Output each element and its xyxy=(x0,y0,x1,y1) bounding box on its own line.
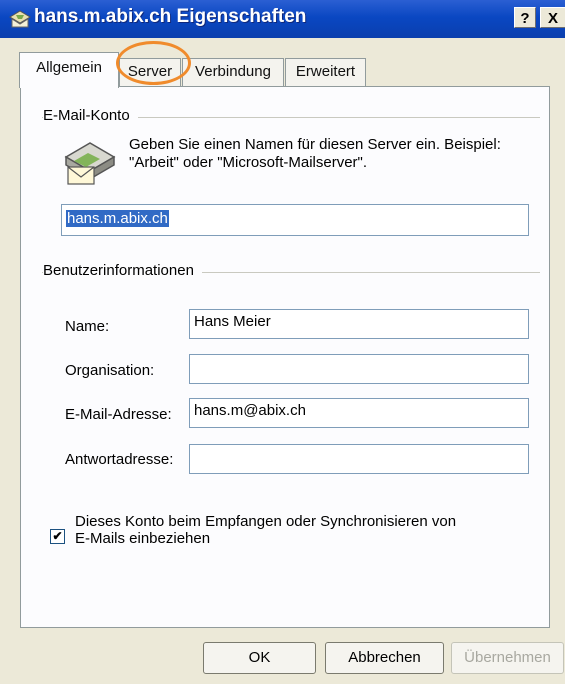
window-title: hans.m.abix.ch Eigenschaften xyxy=(34,6,307,27)
tab-allgemein[interactable]: Allgemein xyxy=(19,52,119,88)
close-button[interactable]: X xyxy=(540,7,565,28)
tab-erweitert[interactable]: Erweitert xyxy=(285,58,366,86)
cancel-button[interactable]: Abbrechen xyxy=(325,642,444,674)
email-input[interactable]: hans.m@abix.ch xyxy=(189,398,529,428)
organisation-input[interactable] xyxy=(189,354,529,384)
sync-label-line-1: Dieses Konto beim Empfangen oder Synchro… xyxy=(75,513,457,530)
group-label-account: E-Mail-Konto xyxy=(43,107,138,124)
name-label: Name: xyxy=(65,318,110,335)
help-button[interactable]: ? xyxy=(514,7,536,28)
account-hint-text: Geben Sie einen Namen für diesen Server … xyxy=(129,136,539,172)
apply-button[interactable]: Übernehmen xyxy=(451,642,564,674)
tab-verbindung[interactable]: Verbindung xyxy=(182,58,284,86)
hint-line-1: Geben Sie einen Namen für diesen Server … xyxy=(129,136,501,153)
sync-label[interactable]: Dieses Konto beim Empfangen oder Synchro… xyxy=(75,513,515,547)
reply-label: Antwortadresse: xyxy=(65,451,174,468)
mail-account-icon xyxy=(9,10,31,28)
ok-button[interactable]: OK xyxy=(203,642,316,674)
sync-label-line-2: E-Mails einbeziehen xyxy=(75,530,211,547)
server-mail-icon xyxy=(64,142,116,185)
hint-line-2: "Arbeit" oder "Microsoft-Mailserver". xyxy=(129,154,368,171)
account-name-input[interactable]: hans.m.abix.ch xyxy=(61,204,529,236)
group-label-user: Benutzerinformationen xyxy=(43,262,202,279)
account-name-selection: hans.m.abix.ch xyxy=(66,210,169,227)
sync-checkbox[interactable]: ✔ xyxy=(50,529,65,544)
email-label: E-Mail-Adresse: xyxy=(65,406,172,423)
reply-input[interactable] xyxy=(189,444,529,474)
name-input[interactable]: Hans Meier xyxy=(189,309,529,339)
highlight-circle xyxy=(116,41,191,85)
organisation-label: Organisation: xyxy=(65,362,155,379)
